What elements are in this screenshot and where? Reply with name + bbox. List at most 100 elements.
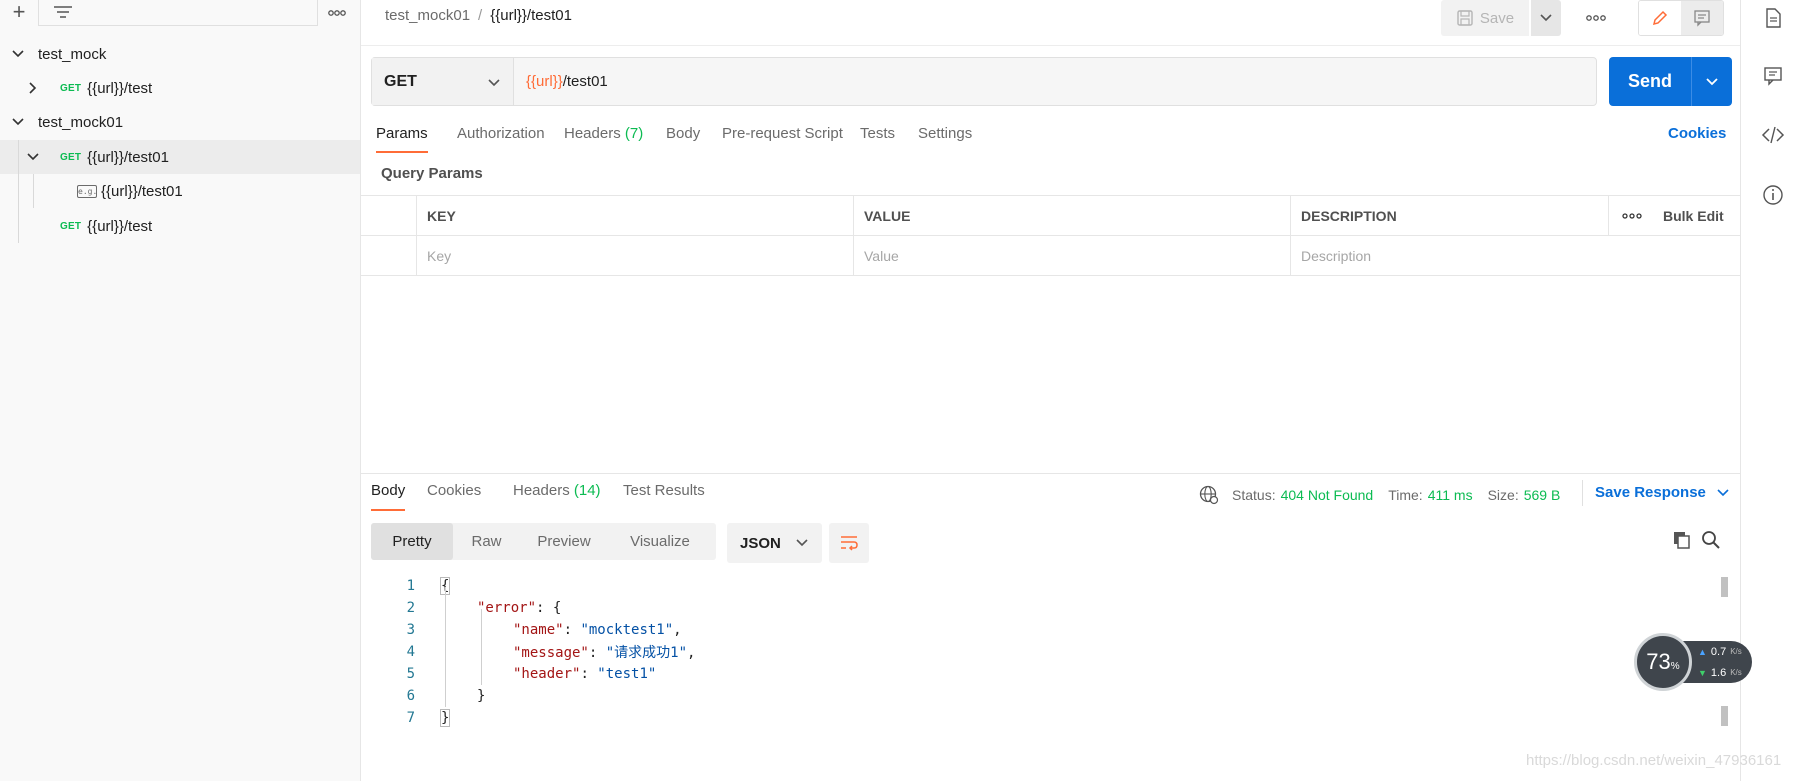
request-label: {{url}}/test — [87, 217, 153, 235]
info-icon[interactable] — [1761, 183, 1785, 207]
download-arrow-icon: ▼ — [1698, 667, 1707, 678]
tab-tests[interactable]: Tests — [860, 125, 895, 142]
size-value[interactable]: 569 B — [1524, 487, 1561, 503]
request-header: test_mock01 / {{url}}/test01 Save — [361, 0, 1740, 46]
format-value: JSON — [740, 534, 781, 552]
filter-button[interactable] — [38, 0, 318, 26]
chevron-down-icon[interactable] — [11, 47, 25, 61]
chevron-down-icon — [1706, 77, 1718, 85]
tab-settings[interactable]: Settings — [918, 125, 972, 142]
upload-speed: 0.7 — [1710, 645, 1727, 658]
plus-icon[interactable]: + — [8, 0, 30, 26]
send-button-group: Send — [1609, 57, 1732, 106]
params-header-row: KEY VALUE DESCRIPTION Bulk Edit — [361, 196, 1740, 236]
tab-response-headers-label: Headers — [513, 482, 570, 499]
save-response-label: Save Response — [1595, 484, 1706, 501]
chevron-down-icon[interactable] — [11, 115, 25, 129]
more-icon[interactable] — [326, 2, 348, 24]
scrollbar-thumb[interactable] — [1721, 577, 1728, 597]
params-row: Key Value Description — [361, 236, 1740, 276]
tab-headers[interactable]: Headers (7) — [564, 125, 643, 142]
bulk-edit-button[interactable]: Bulk Edit — [1653, 196, 1740, 236]
time-value[interactable]: 411 ms — [1428, 487, 1473, 503]
value-input[interactable]: Value — [853, 236, 1290, 276]
example-item[interactable]: e.g. {{url}}/test01 — [0, 174, 360, 208]
json-value: "test1" — [597, 666, 657, 682]
tab-authorization[interactable]: Authorization — [457, 125, 545, 142]
save-icon — [1457, 10, 1473, 26]
code-icon[interactable] — [1761, 123, 1785, 147]
chevron-down-icon — [796, 539, 808, 547]
line-number: 4 — [406, 644, 415, 660]
tab-response-cookies[interactable]: Cookies — [427, 482, 481, 499]
url-bar: GET {{url}}/test01 — [371, 57, 1597, 106]
copy-icon[interactable] — [1672, 530, 1692, 550]
globe-icon[interactable] — [1198, 484, 1220, 506]
tab-test-results[interactable]: Test Results — [623, 482, 705, 499]
request-item-active[interactable]: GET {{url}}/test01 — [0, 140, 360, 174]
example-label: {{url}}/test01 — [101, 182, 183, 200]
status-label: Status: — [1232, 487, 1276, 503]
collection-label: test_mock01 — [38, 113, 124, 131]
breadcrumb-current[interactable]: {{url}}/test01 — [490, 7, 572, 24]
network-percent-unit: % — [1670, 660, 1680, 672]
time-label: Time: — [1388, 487, 1423, 503]
tab-pre-request-script[interactable]: Pre-request Script — [722, 125, 843, 142]
chevron-right-icon[interactable] — [26, 81, 40, 95]
header-value: VALUE — [853, 196, 1290, 236]
more-icon[interactable] — [1583, 6, 1609, 30]
line-number: 6 — [406, 688, 415, 704]
separator — [1582, 480, 1583, 506]
line-number: 3 — [406, 622, 415, 638]
params-more[interactable] — [1608, 196, 1653, 236]
download-speed: 1.6 — [1710, 666, 1727, 679]
json-key: "header" — [513, 666, 581, 682]
comment-icon[interactable] — [1761, 64, 1785, 88]
request-item[interactable]: GET {{url}}/test — [0, 71, 360, 105]
save-dropdown[interactable] — [1531, 0, 1561, 36]
key-input[interactable]: Key — [416, 236, 853, 276]
collection-label: test_mock — [38, 45, 107, 63]
chevron-down-icon[interactable] — [26, 150, 40, 164]
wrap-button[interactable] — [829, 523, 869, 563]
view-pretty[interactable]: Pretty — [371, 523, 453, 560]
chevron-down-icon — [1540, 14, 1552, 22]
upload-unit: K/s — [1730, 647, 1742, 656]
url-input[interactable]: {{url}}/test01 — [514, 58, 1596, 105]
network-monitor-widget[interactable]: ▲ 0.7 K/s ▼ 1.6 K/s 73% — [1634, 633, 1754, 693]
save-response-button[interactable]: Save Response — [1595, 484, 1730, 501]
view-preview[interactable]: Preview — [520, 523, 608, 560]
query-params-title: Query Params — [381, 165, 483, 182]
view-raw[interactable]: Raw — [453, 523, 520, 560]
scrollbar-thumb[interactable] — [1721, 706, 1728, 726]
document-icon[interactable] — [1761, 6, 1785, 30]
collection-test-mock[interactable]: test_mock — [0, 37, 360, 71]
comment-mode-button[interactable] — [1681, 1, 1723, 35]
pane-divider[interactable] — [361, 473, 1740, 474]
format-select[interactable]: JSON — [727, 523, 822, 563]
edit-mode-button[interactable] — [1639, 1, 1681, 35]
edit-icon — [1652, 10, 1668, 26]
method-tag: GET — [60, 220, 82, 232]
method-select[interactable]: GET — [372, 58, 514, 105]
json-value: "mocktest1" — [580, 622, 674, 638]
description-input[interactable]: Description — [1290, 236, 1740, 276]
tab-response-headers[interactable]: Headers (14) — [513, 482, 601, 499]
send-button[interactable]: Send — [1609, 57, 1691, 106]
sidebar: + test_mock GET {{url}}/test test_mock01 — [0, 0, 361, 781]
tab-body[interactable]: Body — [666, 125, 700, 142]
brace: } — [477, 688, 486, 704]
cookies-link[interactable]: Cookies — [1668, 125, 1726, 142]
view-visualize[interactable]: Visualize — [608, 523, 712, 560]
save-button[interactable]: Save — [1441, 0, 1529, 36]
tab-response-body[interactable]: Body — [371, 482, 406, 511]
breadcrumb-parent[interactable]: test_mock01 — [385, 7, 470, 24]
request-item[interactable]: GET {{url}}/test — [0, 209, 360, 243]
example-icon: e.g. — [77, 184, 98, 198]
tab-params[interactable]: Params — [376, 125, 428, 153]
status-value[interactable]: 404 Not Found — [1281, 487, 1374, 503]
send-dropdown[interactable] — [1691, 57, 1732, 106]
collection-test-mock01[interactable]: test_mock01 — [0, 105, 360, 139]
search-icon[interactable] — [1701, 530, 1721, 550]
json-key: "message" — [513, 645, 589, 661]
